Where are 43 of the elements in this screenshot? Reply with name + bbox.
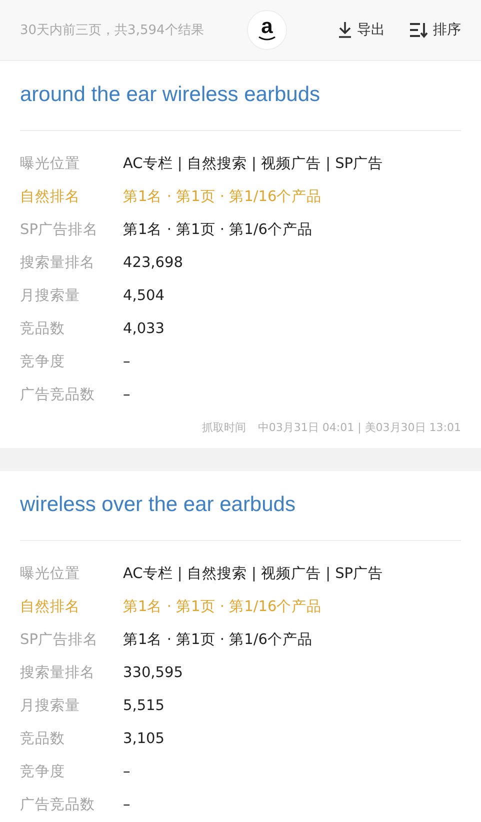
result-summary: 30天内前三页，共3,594个结果 (20, 22, 205, 39)
field-label: 竞品数 (20, 730, 66, 748)
store-logo-button[interactable]: a (247, 10, 287, 50)
field-value: 5,515 (123, 698, 165, 714)
fetch-time-label: 抓取时间 (202, 420, 246, 434)
field-label: 竞争度 (20, 762, 66, 781)
fetch-time-value: 中03月31日 04:01 | 美03月30日 13:01 (258, 420, 461, 434)
field-value: 第1名 · 第1页 · 第1/16个产品 (123, 188, 322, 206)
sort-button[interactable]: 排序 (409, 21, 461, 39)
field-label: 广告竞品数 (20, 796, 96, 814)
field-value: 4,504 (123, 288, 165, 304)
field-label: 曝光位置 (20, 565, 81, 583)
field-value: 第1名 · 第1页 · 第1/16个产品 (123, 598, 322, 616)
download-icon (337, 21, 353, 39)
keyword-title[interactable]: around the ear wireless earbuds (20, 77, 461, 113)
field-label: 搜索量排名 (20, 664, 96, 682)
field-value: 3,105 (123, 730, 165, 746)
field-label: 竞品数 (20, 320, 66, 338)
field-value: 第1名 · 第1页 · 第1/6个产品 (123, 631, 312, 649)
field-label: SP广告排名 (20, 221, 99, 239)
field-label: 月搜索量 (20, 697, 81, 715)
smile-icon (258, 36, 276, 42)
field-label: 广告竞品数 (20, 386, 96, 404)
field-value: 423,698 (123, 254, 183, 270)
field-label: 自然排名 (20, 188, 81, 206)
field-value: – (123, 354, 130, 370)
field-value: AC专栏 | 自然搜索 | 视频广告 | SP广告 (123, 155, 384, 173)
field-label: 搜索量排名 (20, 254, 96, 272)
field-value: 330,595 (123, 664, 183, 680)
field-label: 自然排名 (20, 598, 81, 616)
sort-icon (409, 22, 429, 38)
field-label: 竞争度 (20, 352, 66, 371)
field-value: – (123, 386, 130, 402)
field-label: 曝光位置 (20, 155, 81, 173)
field-label: SP广告排名 (20, 631, 99, 649)
field-value: AC专栏 | 自然搜索 | 视频广告 | SP广告 (123, 565, 384, 583)
field-value: – (123, 764, 130, 780)
field-value: – (123, 796, 130, 812)
keyword-title[interactable]: wireless over the ear earbuds (20, 487, 461, 523)
field-value: 4,033 (123, 320, 165, 336)
export-button[interactable]: 导出 (337, 21, 385, 39)
field-value: 第1名 · 第1页 · 第1/6个产品 (123, 221, 312, 239)
field-label: 月搜索量 (20, 287, 81, 305)
